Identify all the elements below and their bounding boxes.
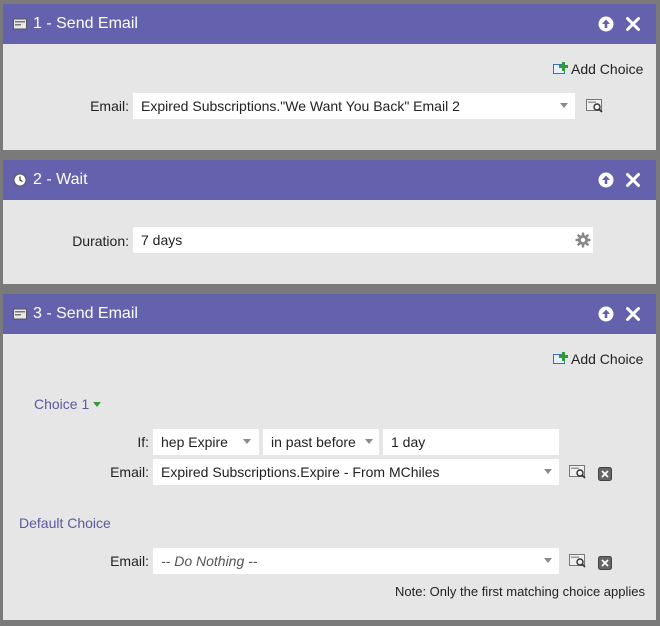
email-label: Email: [90, 98, 129, 114]
add-choice-button[interactable]: Add Choice [553, 61, 653, 79]
chevron-down-icon [365, 439, 373, 444]
duration-value: 7 days [141, 232, 183, 248]
move-up-icon[interactable] [598, 16, 614, 32]
preview-icon[interactable] [569, 554, 587, 568]
add-choice-icon [553, 62, 568, 74]
chevron-down-icon [544, 558, 552, 563]
step-1-title: 1 - Send Email [33, 15, 138, 32]
step-1-header[interactable]: 1 - Send Email [3, 4, 656, 44]
close-icon[interactable] [625, 172, 641, 188]
email-select[interactable]: Expired Subscriptions."We Want You Back"… [133, 93, 575, 119]
add-choice-label: Add Choice [571, 61, 644, 77]
step-2-wait: 2 - Wait Duration: 7 days [3, 160, 656, 284]
close-icon[interactable] [625, 306, 641, 322]
if-value: 1 day [391, 434, 426, 450]
gear-icon[interactable] [575, 232, 591, 248]
step-1-send-email: 1 - Send Email Add Choice Email: Expired… [3, 4, 656, 150]
duration-label: Duration: [72, 233, 129, 249]
add-choice-label: Add Choice [571, 351, 644, 367]
chevron-down-icon [243, 439, 251, 444]
if-label: If: [137, 434, 149, 450]
clock-icon [13, 173, 27, 187]
add-choice-icon [553, 352, 568, 364]
delete-choice-icon[interactable] [598, 556, 612, 570]
choice-1-chevron-icon[interactable] [93, 402, 101, 407]
email-select-value: Expired Subscriptions."We Want You Back"… [141, 98, 460, 114]
matching-note: Note: Only the first matching choice app… [394, 584, 645, 599]
duration-input[interactable]: 7 days [133, 227, 593, 253]
email-icon [13, 308, 27, 320]
move-up-icon[interactable] [598, 172, 614, 188]
step-2-header[interactable]: 2 - Wait [3, 160, 656, 200]
choice-1-email-value: Expired Subscriptions.Expire - From MChi… [161, 464, 440, 480]
email-icon [13, 18, 27, 30]
default-email-label: Email: [110, 553, 149, 569]
step-2-title: 2 - Wait [33, 171, 88, 188]
preview-icon[interactable] [586, 99, 604, 113]
choice-1-email-select[interactable]: Expired Subscriptions.Expire - From MChi… [153, 459, 559, 485]
step-3-title: 3 - Send Email [33, 305, 138, 322]
preview-icon[interactable] [569, 465, 587, 479]
default-choice-title[interactable]: Default Choice [19, 515, 111, 531]
default-email-select[interactable]: -- Do Nothing -- [153, 548, 559, 574]
default-email-value: -- Do Nothing -- [161, 553, 258, 569]
chevron-down-icon [560, 103, 568, 108]
step-3-header[interactable]: 3 - Send Email [3, 294, 656, 334]
chevron-down-icon [544, 469, 552, 474]
if-field-value: hep Expire [161, 434, 228, 450]
if-operator-select[interactable]: in past before [263, 429, 379, 455]
choice-1-title[interactable]: Choice 1 [34, 396, 89, 412]
delete-choice-icon[interactable] [598, 467, 612, 481]
if-value-input[interactable]: 1 day [383, 429, 559, 455]
move-up-icon[interactable] [598, 306, 614, 322]
choice-1-email-label: Email: [110, 464, 149, 480]
close-icon[interactable] [625, 16, 641, 32]
step-3-send-email: 3 - Send Email Add Choice Choice 1 If: h… [3, 294, 656, 620]
add-choice-button[interactable]: Add Choice [553, 351, 653, 369]
if-operator-value: in past before [271, 434, 356, 450]
